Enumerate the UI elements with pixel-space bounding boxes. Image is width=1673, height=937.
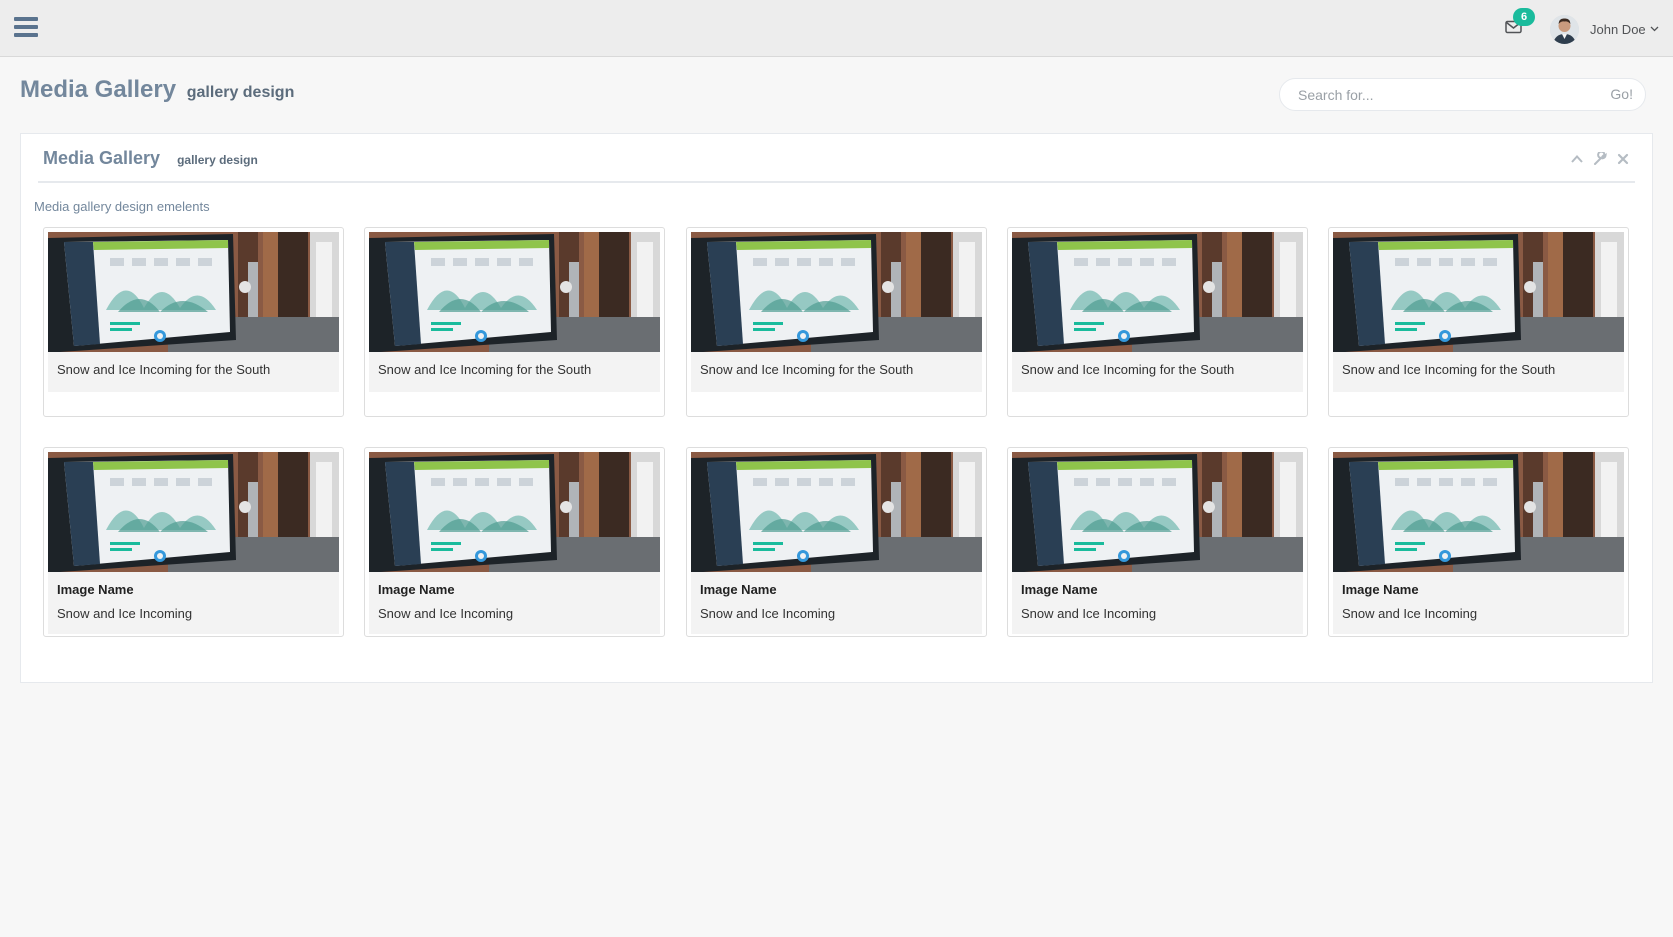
close-icon[interactable]	[1616, 152, 1630, 166]
gallery-thumbnail-image[interactable]	[1012, 452, 1303, 572]
image-caption: Snow and Ice Incoming	[378, 606, 514, 621]
notification-badge[interactable]: 6	[1513, 8, 1535, 26]
panel-divider	[38, 181, 1635, 183]
gallery-card[interactable]: Snow and Ice Incoming for the South	[1328, 227, 1629, 417]
panel-subtitle: gallery design	[177, 153, 258, 167]
image-caption: Snow and Ice Incoming	[1021, 606, 1157, 621]
panel-title: Media Gallery gallery design	[43, 148, 258, 169]
chevron-up-icon[interactable]	[1570, 152, 1584, 166]
card-caption: Image Name Snow and Ice Incoming	[369, 572, 660, 634]
media-gallery-panel: Media Gallery gallery design Media galle…	[20, 133, 1653, 683]
image-name: Image Name	[700, 582, 777, 597]
page-title-text: Media Gallery	[20, 76, 177, 103]
gallery-thumbnail-image[interactable]	[1333, 232, 1624, 352]
top-navigation-bar: 6 John Doe	[0, 0, 1673, 57]
gallery-thumbnail-image[interactable]	[691, 232, 982, 352]
search-box: Go!	[1279, 78, 1646, 111]
hamburger-menu-icon[interactable]	[14, 17, 38, 39]
card-caption: Image Name Snow and Ice Incoming	[1012, 572, 1303, 634]
page-title: Media Gallery gallery design	[20, 76, 294, 104]
gallery-card[interactable]: Snow and Ice Incoming for the South	[43, 227, 344, 417]
page-subtitle: gallery design	[186, 84, 295, 101]
gallery-thumbnail-image[interactable]	[48, 232, 339, 352]
card-caption: Snow and Ice Incoming for the South	[1333, 352, 1624, 392]
avatar[interactable]	[1550, 14, 1579, 44]
gallery-thumbnail-image[interactable]	[369, 232, 660, 352]
gallery-card[interactable]: Snow and Ice Incoming for the South	[1007, 227, 1308, 417]
panel-toolbox	[1570, 150, 1630, 166]
gallery-card[interactable]: Image Name Snow and Ice Incoming	[1328, 447, 1629, 637]
panel-title-text: Media Gallery	[43, 148, 161, 168]
user-menu[interactable]: John Doe	[1550, 14, 1659, 44]
gallery-thumbnail-image[interactable]	[691, 452, 982, 572]
search-go-button[interactable]: Go!	[1610, 79, 1633, 110]
card-caption: Snow and Ice Incoming for the South	[1012, 352, 1303, 392]
card-caption: Image Name Snow and Ice Incoming	[691, 572, 982, 634]
gallery-card[interactable]: Image Name Snow and Ice Incoming	[43, 447, 344, 637]
image-name: Image Name	[1021, 582, 1098, 597]
panel-description: Media gallery design emelents	[34, 199, 210, 214]
user-name[interactable]: John Doe	[1590, 22, 1646, 37]
image-caption: Snow and Ice Incoming	[1342, 606, 1478, 621]
search-input[interactable]	[1298, 79, 1588, 110]
gallery-card[interactable]: Image Name Snow and Ice Incoming	[364, 447, 665, 637]
card-caption: Image Name Snow and Ice Incoming	[1333, 572, 1624, 634]
gallery-card[interactable]: Snow and Ice Incoming for the South	[364, 227, 665, 417]
gallery-card[interactable]: Image Name Snow and Ice Incoming	[686, 447, 987, 637]
image-name: Image Name	[378, 582, 455, 597]
card-caption: Snow and Ice Incoming for the South	[691, 352, 982, 392]
card-caption: Snow and Ice Incoming for the South	[369, 352, 660, 392]
card-caption: Image Name Snow and Ice Incoming	[48, 572, 339, 634]
gallery-thumbnail-image[interactable]	[1012, 232, 1303, 352]
image-name: Image Name	[57, 582, 134, 597]
gallery-thumbnail-image[interactable]	[48, 452, 339, 572]
chevron-down-icon[interactable]	[1650, 26, 1659, 32]
image-name: Image Name	[1342, 582, 1419, 597]
image-caption: Snow and Ice Incoming	[700, 606, 836, 621]
gallery-thumbnail-image[interactable]	[1333, 452, 1624, 572]
gallery-card[interactable]: Snow and Ice Incoming for the South	[686, 227, 987, 417]
wrench-icon[interactable]	[1593, 150, 1607, 166]
gallery-card[interactable]: Image Name Snow and Ice Incoming	[1007, 447, 1308, 637]
image-caption: Snow and Ice Incoming	[57, 606, 193, 621]
gallery-thumbnail-image[interactable]	[369, 452, 660, 572]
card-caption: Snow and Ice Incoming for the South	[48, 352, 339, 392]
